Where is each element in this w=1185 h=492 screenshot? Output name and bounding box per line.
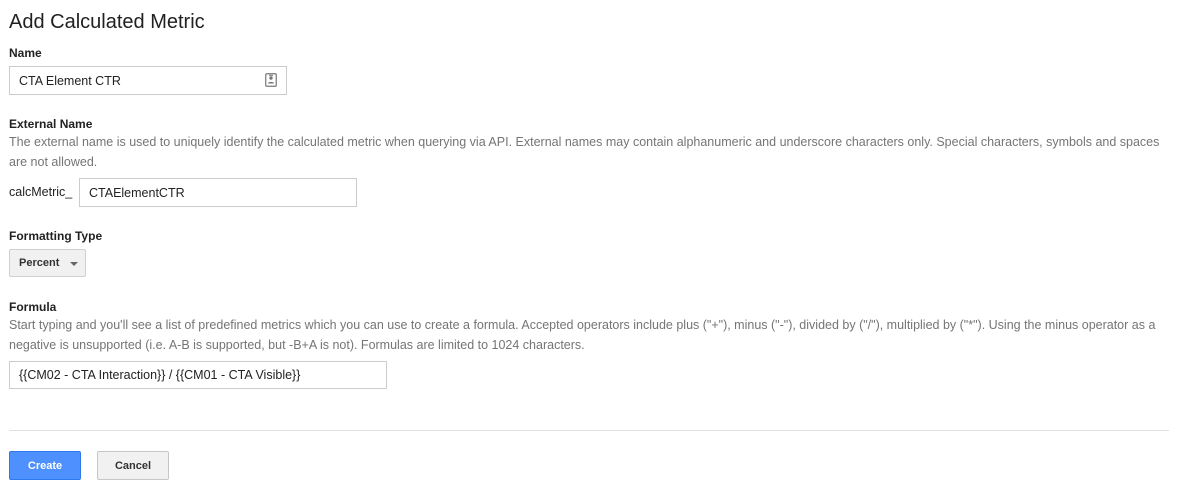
cancel-button[interactable]: Cancel: [97, 451, 169, 480]
formatting-type-selected: Percent: [19, 257, 60, 269]
name-input[interactable]: [9, 66, 287, 95]
external-name-input[interactable]: [79, 178, 357, 207]
formatting-type-dropdown[interactable]: Percent: [9, 249, 86, 277]
page-title: Add Calculated Metric: [9, 11, 205, 33]
formula-help-text: Start typing and you'll see a list of pr…: [9, 318, 1156, 352]
formula-label: Formula: [9, 300, 57, 314]
external-name-label: External Name: [9, 117, 93, 131]
formatting-type-label: Formatting Type: [9, 229, 103, 243]
divider: [9, 430, 1169, 431]
name-label: Name: [9, 46, 42, 60]
contact-card-icon[interactable]: [265, 73, 277, 87]
formula-input[interactable]: [9, 361, 387, 389]
external-name-help-text: The external name is used to uniquely id…: [9, 135, 1160, 169]
create-button[interactable]: Create: [9, 451, 81, 480]
external-name-prefix: calcMetric_: [9, 185, 73, 199]
chevron-down-icon: [70, 262, 78, 266]
